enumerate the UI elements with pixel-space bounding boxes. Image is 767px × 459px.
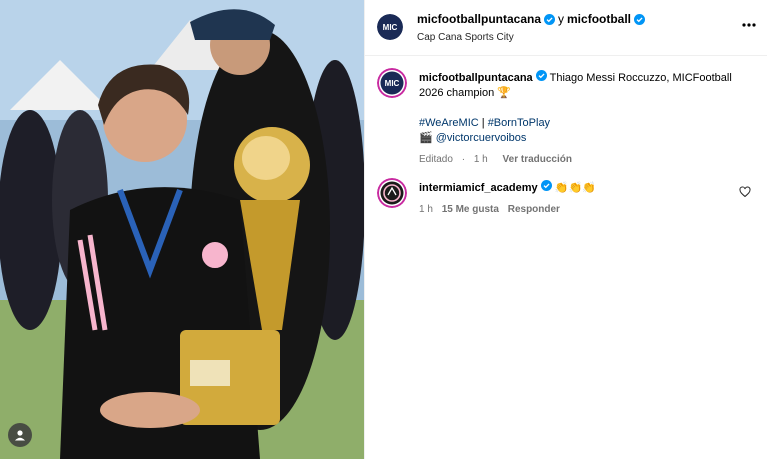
svg-text:MIC: MIC bbox=[383, 23, 398, 32]
commenter-avatar[interactable] bbox=[377, 178, 407, 208]
caption-avatar[interactable]: MIC bbox=[377, 68, 407, 98]
author-avatar[interactable]: MIC bbox=[377, 14, 403, 40]
caption-line2: 2026 champion bbox=[419, 87, 495, 99]
caption-meta: Editado · 1 h Ver traducción bbox=[419, 152, 755, 167]
post-header: MIC micfootballpuntacana y micfootball C… bbox=[365, 0, 767, 56]
trophy-emoji-icon: 🏆 bbox=[497, 87, 511, 99]
hashtags-line: #WeAreMIC | #BornToPlay bbox=[419, 116, 755, 131]
verified-badge-icon bbox=[634, 13, 646, 25]
hashtag-borntoplay[interactable]: #BornToPlay bbox=[488, 117, 550, 129]
verified-badge-icon bbox=[544, 13, 556, 25]
commenter-username[interactable]: intermiamicf_academy bbox=[419, 182, 538, 194]
comment-text: intermiamicf_academy 👏👏👏 bbox=[419, 180, 739, 196]
caption-line1: Thiago Messi Roccuzzo, MICFootball bbox=[549, 72, 732, 84]
post-photo-illustration bbox=[0, 0, 364, 459]
collaborator-username[interactable]: micfootball bbox=[567, 12, 631, 26]
mic-logo-icon: MIC bbox=[377, 14, 403, 40]
hashtag-separator: | bbox=[481, 117, 485, 129]
instagram-post-view: MIC micfootballpuntacana y micfootball C… bbox=[0, 0, 767, 459]
reply-button[interactable]: Responder bbox=[508, 204, 560, 215]
verified-badge-icon bbox=[540, 180, 552, 191]
user-icon bbox=[15, 430, 25, 441]
mic-logo-icon: MIC bbox=[377, 68, 407, 98]
comment-body: intermiamicf_academy 👏👏👏 1 h 15 Me gusta… bbox=[419, 180, 739, 217]
heart-icon[interactable] bbox=[739, 186, 751, 198]
comment-likes[interactable]: 15 Me gusta bbox=[442, 204, 499, 215]
clapping-emojis-icon: 👏👏👏 bbox=[554, 182, 596, 194]
author-username[interactable]: micfootballpuntacana bbox=[417, 12, 541, 26]
more-horizontal-icon bbox=[742, 23, 756, 27]
post-panel: MIC micfootballpuntacana y micfootball C… bbox=[364, 0, 767, 459]
see-translation-button[interactable]: Ver traducción bbox=[503, 154, 572, 165]
hashtag-wearemic[interactable]: #WeAreMIC bbox=[419, 117, 479, 129]
connector-text: y bbox=[558, 12, 565, 26]
edited-label: Editado · 1 h bbox=[419, 154, 488, 165]
inter-miami-logo-icon bbox=[377, 178, 407, 208]
mention-line: 🎬 @victorcuervoibos bbox=[419, 131, 755, 146]
more-options-button[interactable] bbox=[742, 14, 756, 32]
tagged-users-button[interactable] bbox=[8, 423, 32, 447]
mention-victorcuervoibos[interactable]: @victorcuervoibos bbox=[436, 132, 527, 144]
clapperboard-emoji-icon: 🎬 bbox=[419, 132, 433, 144]
post-location[interactable]: Cap Cana Sports City bbox=[417, 32, 514, 43]
caption-username[interactable]: micfootballpuntacana bbox=[419, 72, 533, 84]
post-photo[interactable] bbox=[0, 0, 364, 459]
svg-text:MIC: MIC bbox=[385, 79, 400, 88]
comment-meta: 1 h 15 Me gusta Responder bbox=[419, 202, 739, 217]
caption-body: micfootballpuntacana Thiago Messi Roccuz… bbox=[419, 70, 755, 167]
comment-time: 1 h bbox=[419, 204, 433, 215]
header-usernames: micfootballpuntacana y micfootball bbox=[417, 12, 646, 26]
verified-badge-icon bbox=[535, 70, 547, 81]
caption-text: micfootballpuntacana Thiago Messi Roccuz… bbox=[419, 70, 755, 101]
